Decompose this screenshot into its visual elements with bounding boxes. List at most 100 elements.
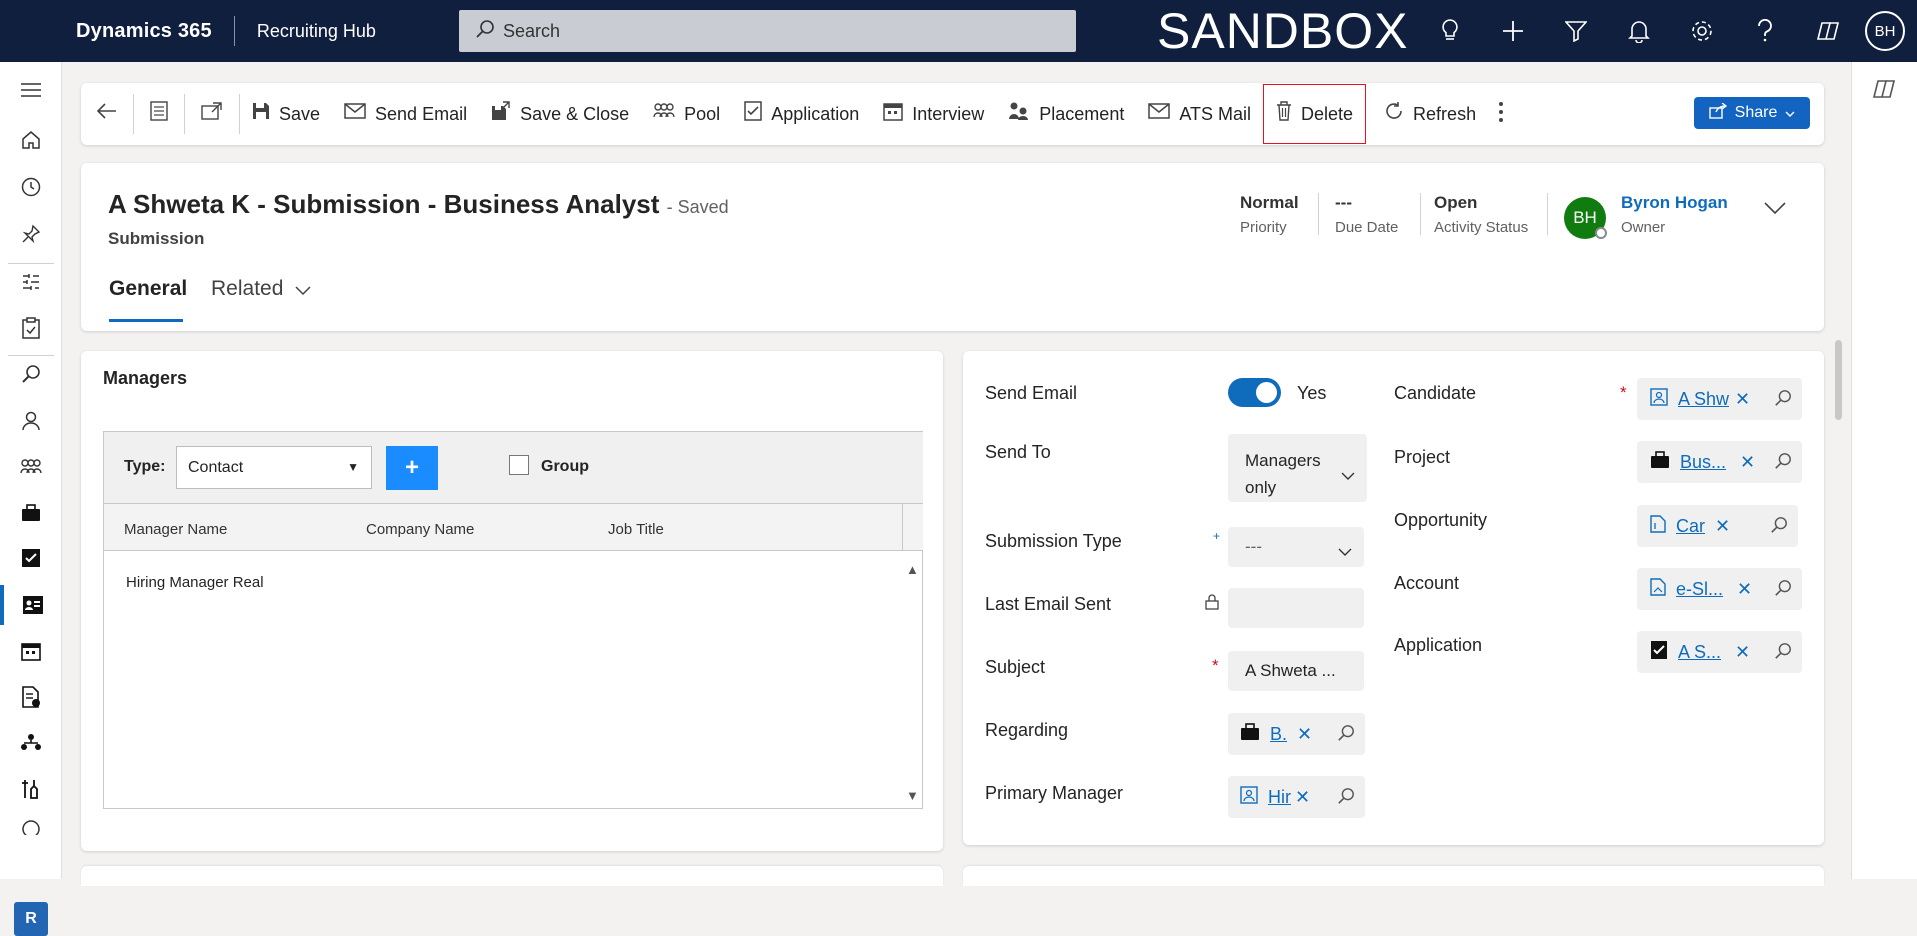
column-header-manager-name[interactable]: Manager Name [124,521,227,538]
save-close-button[interactable]: Save & Close [479,83,641,145]
owner-name-link[interactable]: Byron Hogan [1621,193,1728,213]
managers-grid: Type: Contact ▼ + Group Manager Name Com… [103,431,923,809]
plus-icon[interactable] [1481,0,1544,62]
contacts-icon[interactable] [0,401,62,441]
tab-related[interactable]: Related [211,277,311,301]
placements-icon[interactable] [0,723,62,763]
send-email-button[interactable]: Send Email [332,83,479,145]
menu-icon[interactable] [0,70,62,110]
delete-button[interactable]: Delete [1263,84,1367,144]
account-lookup[interactable]: e-Sl... ✕ [1637,568,1802,610]
clear-icon[interactable]: ✕ [1735,642,1750,663]
send-email-toggle[interactable] [1228,378,1281,407]
opportunity-link[interactable]: Car [1676,516,1705,537]
tasks-icon[interactable] [0,308,62,348]
app-name[interactable]: Recruiting Hub [257,21,376,42]
workspace-icon[interactable] [0,262,62,302]
regarding-link[interactable]: B. [1270,724,1287,745]
account-link[interactable]: e-Sl... [1676,579,1723,600]
primary-manager-link[interactable]: Hir [1268,787,1291,808]
filter-icon[interactable] [1544,0,1607,62]
save-button[interactable]: Save [240,83,332,145]
back-button[interactable] [81,83,133,145]
active-tab-indicator [109,319,183,322]
globe-icon[interactable] [0,815,62,835]
invoices-icon[interactable] [0,677,62,717]
column-header-job-title[interactable]: Job Title [608,521,664,538]
project-link[interactable]: Bus... [1680,452,1726,473]
copilot-icon[interactable] [1872,78,1896,106]
ats-mail-button[interactable]: ATS Mail [1136,83,1263,145]
header-field-due-date[interactable]: --- Due Date [1335,193,1398,236]
regarding-lookup[interactable]: B. ✕ [1228,713,1365,755]
search-icon[interactable] [1770,516,1788,539]
submission-type-select[interactable]: --- [1228,527,1364,567]
application-button[interactable]: Application [732,83,871,145]
scroll-up-arrow-icon[interactable]: ▲ [906,562,919,577]
home-icon[interactable] [0,120,62,160]
clear-icon[interactable]: ✕ [1715,516,1730,537]
scroll-down-arrow-icon[interactable]: ▼ [906,788,919,803]
search-icon[interactable] [1337,787,1355,810]
application-link[interactable]: A S... [1678,642,1721,663]
application-lookup[interactable]: A S... ✕ [1637,631,1802,673]
primary-manager-lookup[interactable]: Hir ✕ [1228,776,1365,818]
recent-icon[interactable] [0,167,62,207]
record-set-button[interactable] [134,83,184,145]
header-field-status[interactable]: Open Activity Status [1434,193,1528,236]
table-row[interactable]: Hiring Manager Real [126,574,264,591]
opportunity-lookup[interactable]: Car ✕ [1637,505,1798,547]
type-select[interactable]: Contact ▼ [176,446,372,489]
candidate-link[interactable]: A Shw [1678,389,1729,410]
projects-icon[interactable] [0,493,62,533]
group-checkbox[interactable] [509,455,529,475]
subject-input[interactable]: A Shweta ... [1228,651,1364,691]
search-icon[interactable] [1337,724,1355,747]
lightbulb-icon[interactable] [1418,0,1481,62]
search-icon[interactable] [1774,642,1792,665]
clear-icon[interactable]: ✕ [1737,579,1752,600]
open-new-window-button[interactable] [185,83,239,145]
clear-icon[interactable]: ✕ [1735,389,1750,410]
page-scrollbar[interactable] [1835,340,1842,420]
send-to-select[interactable]: Managers only [1228,434,1367,502]
submissions-icon[interactable] [0,585,62,625]
interview-button[interactable]: Interview [871,83,996,145]
share-button[interactable]: Share [1694,97,1810,129]
tools-icon[interactable] [0,769,62,809]
save-close-label: Save & Close [520,103,630,124]
pools-icon[interactable] [0,447,62,487]
brand-name[interactable]: Dynamics 365 [76,20,212,43]
clear-icon[interactable]: ✕ [1740,452,1755,473]
search-icon[interactable] [1774,579,1792,602]
gear-icon[interactable] [1670,0,1733,62]
header-field-priority[interactable]: Normal Priority [1240,193,1299,236]
more-commands-button[interactable] [1488,83,1514,145]
pool-button[interactable]: Pool [641,83,732,145]
refresh-button[interactable]: Refresh [1372,83,1488,145]
candidate-lookup[interactable]: A Shw ✕ [1637,378,1802,420]
interviews-icon[interactable] [0,631,62,671]
add-manager-button[interactable]: + [386,446,438,490]
search-icon[interactable] [1774,389,1792,412]
user-avatar[interactable]: BH [1865,11,1905,51]
search-box[interactable]: Search [459,10,1076,52]
copilot-icon[interactable] [1796,0,1859,62]
column-header-company-name[interactable]: Company Name [366,521,474,538]
save-icon [252,102,270,126]
project-lookup[interactable]: Bus... ✕ [1637,441,1802,483]
pin-icon[interactable] [0,214,62,254]
dropdown-arrow-icon: ▼ [347,460,359,474]
area-switcher[interactable]: R [14,902,48,936]
search-icon[interactable] [0,354,62,394]
expand-header-button[interactable] [1764,201,1786,219]
clear-icon[interactable]: ✕ [1297,724,1312,745]
group-label: Group [541,458,589,475]
tab-general[interactable]: General [109,277,187,301]
bell-icon[interactable] [1607,0,1670,62]
applications-icon[interactable] [0,538,62,578]
clear-icon[interactable]: ✕ [1295,787,1310,808]
placement-button[interactable]: Placement [996,83,1136,145]
help-icon[interactable] [1733,0,1796,62]
search-icon[interactable] [1774,452,1792,475]
